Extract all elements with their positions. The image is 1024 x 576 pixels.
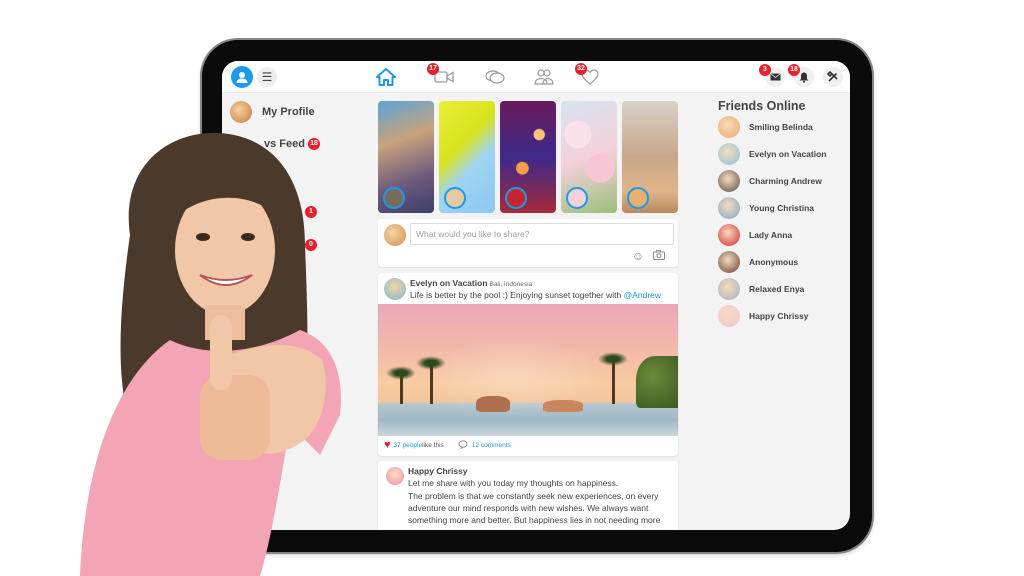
bell-icon: [799, 72, 809, 83]
comments-link[interactable]: 12 comments: [472, 442, 511, 449]
story-bokeh-lights[interactable]: [500, 101, 556, 213]
post-text-line: something more and better. But happiness…: [408, 515, 661, 525]
friend-avatar: [718, 197, 740, 219]
story-couple-selfie[interactable]: [378, 101, 434, 213]
nav-messages-button[interactable]: [483, 66, 507, 88]
person-woman: [543, 400, 583, 412]
hamburger-icon[interactable]: ☰: [257, 67, 277, 87]
friend-name: Relaxed Enya: [749, 284, 805, 294]
comment-icon[interactable]: [458, 439, 468, 451]
likes-link[interactable]: 37 people: [394, 442, 423, 449]
notifications-button[interactable]: 18: [788, 64, 814, 87]
friend-name: Happy Chrissy: [749, 311, 809, 321]
sidebar-item-my-profile[interactable]: My Profile: [230, 101, 315, 123]
post-author[interactable]: Evelyn on Vacation Bali, Indonesia: [410, 278, 532, 288]
palm-tree: [416, 356, 446, 404]
friend-name: Evelyn on Vacation: [749, 149, 827, 159]
share-input[interactable]: [410, 223, 674, 245]
promo-woman-thumbs-up: [80, 132, 341, 576]
friend-avatar: [718, 143, 740, 165]
friend-avatar: [718, 170, 740, 192]
story-cherry-blossom[interactable]: [561, 101, 617, 213]
user-icon[interactable]: [231, 66, 253, 88]
person-man: [476, 396, 510, 412]
post-author[interactable]: Happy Chrissy: [408, 466, 468, 476]
story-fitness-beach[interactable]: [622, 101, 678, 213]
post-composer: ☺: [378, 219, 678, 267]
nav-likes-button[interactable]: 32: [575, 63, 602, 88]
post-text: Life is better by the pool :) Enjoying s…: [410, 290, 662, 300]
nav-videos-button[interactable]: 17: [427, 63, 456, 88]
friend-avatar: [718, 116, 740, 138]
post-actions: ♥ 37 people like this 12 comments: [384, 439, 511, 451]
chat-bubbles-icon: [485, 70, 505, 84]
envelope-icon: [769, 73, 781, 81]
friend-online-item[interactable]: Smiling Belinda: [718, 116, 813, 138]
post-text-line: The problem is that we constantly seek n…: [408, 491, 659, 501]
settings-button[interactable]: [823, 67, 843, 87]
friend-online-item[interactable]: Happy Chrissy: [718, 305, 809, 327]
palm-tree: [598, 352, 628, 404]
like-heart-icon[interactable]: ♥: [384, 439, 391, 451]
mail-badge: 3: [759, 64, 771, 76]
friend-avatar: [718, 278, 740, 300]
story-avatar: [505, 187, 527, 209]
likes-badge: 32: [575, 63, 587, 75]
smiley-icon[interactable]: ☺: [631, 249, 645, 263]
story-avatar: [383, 187, 405, 209]
post-author-avatar[interactable]: [384, 278, 406, 300]
post-photo[interactable]: [378, 304, 678, 436]
post-location: Bali, Indonesia: [489, 281, 533, 288]
tools-icon: [827, 71, 838, 82]
friend-online-item[interactable]: Relaxed Enya: [718, 278, 804, 300]
friend-name: Young Christina: [749, 203, 815, 213]
friend-name: Anonymous: [749, 257, 799, 267]
promo-stage: ☰ 17 32 3 18 My Profile vs Feed 18 1 0 W…: [0, 0, 1024, 576]
friend-avatar: [718, 224, 740, 246]
friend-online-item[interactable]: Evelyn on Vacation: [718, 143, 826, 165]
story-avatar: [566, 187, 588, 209]
mention-link[interactable]: @Andrew: [624, 290, 661, 300]
story-avatar: [444, 187, 466, 209]
top-navigation-bar: ☰ 17 32 3 18: [222, 61, 850, 93]
mail-button[interactable]: 3: [759, 64, 785, 87]
friends-online-title: Friends Online: [718, 99, 806, 113]
nav-friends-button[interactable]: [532, 66, 556, 88]
notifications-badge: 18: [788, 64, 800, 76]
feed-post: Happy Chrissy Let me share with you toda…: [378, 461, 678, 530]
bush: [636, 356, 678, 408]
profile-avatar: [230, 101, 252, 123]
camera-icon[interactable]: [652, 249, 666, 263]
friend-online-item[interactable]: Anonymous: [718, 251, 798, 273]
post-author-avatar[interactable]: [386, 467, 404, 485]
story-avatar: [627, 187, 649, 209]
post-text-line: adventure our mind responds with new wis…: [408, 503, 649, 513]
friend-online-item[interactable]: Young Christina: [718, 197, 814, 219]
nav-home-button[interactable]: [374, 66, 398, 88]
friend-name: Charming Andrew: [749, 176, 822, 186]
videos-badge: 17: [427, 63, 439, 75]
friend-avatar: [718, 251, 740, 273]
friend-avatar: [718, 305, 740, 327]
feed-post: Evelyn on Vacation Bali, Indonesia Life i…: [378, 273, 678, 456]
friend-name: Lady Anna: [749, 230, 793, 240]
sidebar-item-label: My Profile: [262, 106, 315, 118]
friend-online-item[interactable]: Lady Anna: [718, 224, 792, 246]
composer-avatar: [384, 224, 406, 246]
friend-name: Smiling Belinda: [749, 122, 813, 132]
users-icon: [534, 69, 554, 85]
palm-tree: [386, 366, 416, 404]
story-palm-leaf[interactable]: [439, 101, 495, 213]
friend-online-item[interactable]: Charming Andrew: [718, 170, 822, 192]
stories-strip: [378, 101, 678, 213]
post-text-line: Let me share with you today my thoughts …: [408, 478, 619, 488]
home-icon: [376, 68, 396, 86]
